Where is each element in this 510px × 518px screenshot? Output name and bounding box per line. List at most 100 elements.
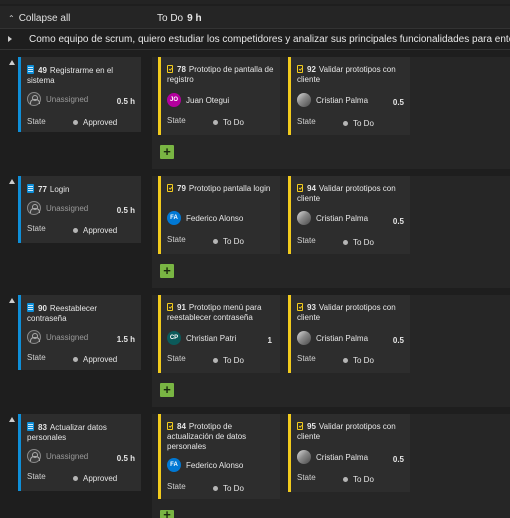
- state-label: State: [167, 354, 186, 363]
- collapse-row-icon[interactable]: [9, 298, 15, 303]
- task-id: 95: [307, 422, 316, 431]
- add-task-button[interactable]: +: [160, 510, 174, 518]
- state-value[interactable]: To Do: [343, 238, 374, 247]
- task-id: 78: [177, 65, 186, 74]
- swimlane: 83 Actualizar datos personales Unassigned…: [0, 414, 510, 518]
- assignee[interactable]: FA Federico Alonso: [167, 458, 243, 472]
- collapse-all-label: Collapse all: [18, 13, 71, 24]
- state-label: State: [167, 116, 186, 125]
- assignee-name: Cristian Palma: [316, 95, 369, 105]
- collapse-all-button[interactable]: ⌃ Collapse all: [8, 13, 70, 24]
- assignee-name: Cristian Palma: [316, 452, 369, 462]
- task-card[interactable]: 79 Prototipo pantalla login FA Federico Al…: [158, 176, 280, 254]
- state-label: State: [297, 117, 316, 126]
- remaining-work: 1.5 h: [116, 335, 135, 344]
- state-dot-icon: [213, 239, 218, 244]
- collapse-row-icon[interactable]: [9, 179, 15, 184]
- state-value[interactable]: To Do: [343, 119, 374, 128]
- avatar: [297, 211, 311, 225]
- story-id: 49: [38, 66, 47, 75]
- double-chevron-up-icon: ⌃: [8, 14, 15, 23]
- assignee-name: Federico Alonso: [186, 460, 244, 470]
- assignee[interactable]: CP Christian Patri: [167, 331, 236, 345]
- task-id: 91: [177, 303, 186, 312]
- avatar: JO: [167, 93, 181, 107]
- story-card[interactable]: 83 Actualizar datos personales Unassigned…: [18, 414, 141, 491]
- task-card[interactable]: 93 Validar prototipos con cliente Cristia…: [288, 295, 410, 373]
- assignee-name: Unassigned: [46, 203, 89, 213]
- state-dot-icon: [73, 476, 78, 481]
- remaining-work: 0.5 h: [116, 454, 135, 463]
- collapse-row-icon[interactable]: [9, 60, 15, 65]
- avatar: [297, 450, 311, 464]
- assignee[interactable]: JO Juan Otegui: [167, 93, 229, 107]
- column-count: 9 h: [187, 13, 202, 24]
- state-value[interactable]: To Do: [213, 356, 244, 365]
- state-value[interactable]: Approved: [73, 118, 117, 127]
- story-card[interactable]: 77 Login Unassigned 0.5 h State Approved: [18, 176, 141, 243]
- state-dot-icon: [73, 120, 78, 125]
- collapse-row-icon[interactable]: [9, 417, 15, 422]
- state-dot-icon: [343, 477, 348, 482]
- assignee[interactable]: Cristian Palma: [297, 93, 368, 107]
- state-dot-icon: [213, 486, 218, 491]
- state-label: State: [297, 236, 316, 245]
- assignee[interactable]: Cristian Palma: [297, 450, 368, 464]
- assignee-name: Cristian Palma: [316, 213, 369, 223]
- feature-title[interactable]: Como equipo de scrum, quiero estudiar lo…: [29, 34, 510, 45]
- state-dot-icon: [343, 240, 348, 245]
- unassigned-avatar-icon: [27, 449, 41, 463]
- state-value[interactable]: Approved: [73, 355, 117, 364]
- state-dot-icon: [343, 358, 348, 363]
- add-task-button[interactable]: +: [160, 383, 174, 397]
- task-card[interactable]: 94 Validar prototipos con cliente Cristia…: [288, 176, 410, 254]
- state-value[interactable]: Approved: [73, 474, 117, 483]
- state-dot-icon: [73, 228, 78, 233]
- swimlane: 90 Reestablecer contraseña Unassigned 1.5…: [0, 295, 510, 407]
- assignee[interactable]: Cristian Palma: [297, 331, 368, 345]
- story-card[interactable]: 49 Registrarme en el sistema Unassigned 0…: [18, 57, 141, 132]
- task-icon: [167, 422, 173, 430]
- state-value[interactable]: To Do: [343, 475, 374, 484]
- task-title[interactable]: Prototipo pantalla login: [189, 184, 270, 193]
- expand-arrow-icon[interactable]: [8, 36, 12, 42]
- story-title[interactable]: Login: [50, 185, 70, 194]
- state-dot-icon: [213, 358, 218, 363]
- assignee[interactable]: Unassigned: [27, 330, 88, 344]
- state-dot-icon: [213, 120, 218, 125]
- state-label: State: [27, 472, 46, 481]
- task-card[interactable]: 78 Prototipo de pantalla de registro JO Ju…: [158, 57, 280, 135]
- assignee-name: Unassigned: [46, 332, 89, 342]
- avatar: FA: [167, 211, 181, 225]
- state-value[interactable]: Approved: [73, 226, 117, 235]
- state-value[interactable]: To Do: [213, 484, 244, 493]
- assignee[interactable]: Unassigned: [27, 201, 88, 215]
- add-task-button[interactable]: +: [160, 264, 174, 278]
- task-card[interactable]: 84 Prototipo de actualización de datos pe…: [158, 414, 280, 499]
- assignee-name: Federico Alonso: [186, 213, 244, 223]
- task-card[interactable]: 95 Validar prototipos con cliente Cristia…: [288, 414, 410, 492]
- state-label: State: [297, 354, 316, 363]
- assignee[interactable]: Unassigned: [27, 92, 88, 106]
- feature-row[interactable]: Como equipo de scrum, quiero estudiar lo…: [0, 29, 510, 50]
- task-icon: [167, 65, 173, 73]
- state-value[interactable]: To Do: [343, 356, 374, 365]
- story-card[interactable]: 90 Reestablecer contraseña Unassigned 1.5…: [18, 295, 141, 370]
- state-value[interactable]: To Do: [213, 237, 244, 246]
- avatar: CP: [167, 331, 181, 345]
- task-id: 84: [177, 422, 186, 431]
- add-task-button[interactable]: +: [160, 145, 174, 159]
- column-title: To Do: [157, 13, 184, 24]
- user-story-icon: [27, 65, 34, 74]
- task-card[interactable]: 92 Validar prototipos con cliente Cristia…: [288, 57, 410, 135]
- task-id: 79: [177, 184, 186, 193]
- assignee[interactable]: Cristian Palma: [297, 211, 368, 225]
- task-card[interactable]: 91 Prototipo menú para reestablecer contr…: [158, 295, 280, 373]
- task-icon: [297, 65, 303, 73]
- assignee[interactable]: Unassigned: [27, 449, 88, 463]
- assignee[interactable]: FA Federico Alonso: [167, 211, 243, 225]
- state-label: State: [27, 353, 46, 362]
- state-value[interactable]: To Do: [213, 118, 244, 127]
- task-icon: [297, 184, 303, 192]
- remaining-work: 0.5 h: [116, 206, 135, 215]
